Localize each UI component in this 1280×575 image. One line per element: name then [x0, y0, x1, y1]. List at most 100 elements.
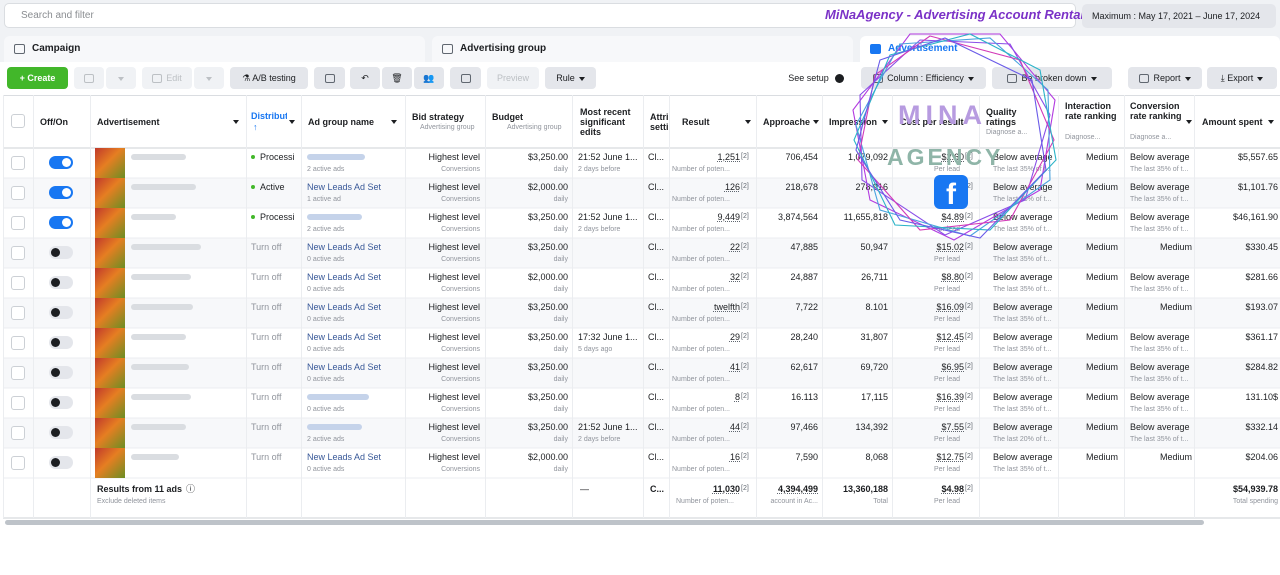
row-checkbox[interactable]	[11, 366, 25, 380]
header-distribution[interactable]: Distribution	[251, 111, 287, 121]
header-amount-spent[interactable]: Amount spent	[1202, 117, 1272, 127]
cost-per-result-value[interactable]: $16.09	[896, 302, 964, 313]
report-button[interactable]: Report	[1128, 67, 1202, 89]
row-checkbox[interactable]	[11, 246, 25, 260]
ad-name-redacted[interactable]	[131, 184, 196, 190]
cost-per-result-value[interactable]: $12.45	[896, 332, 964, 343]
delivery-toggle[interactable]	[49, 456, 73, 469]
ad-thumbnail[interactable]	[95, 268, 125, 298]
preview-button[interactable]: Preview	[487, 67, 539, 89]
ad-group-link[interactable]: New Leads Ad Set	[307, 362, 402, 373]
tab-campaign[interactable]: Campaign	[4, 36, 425, 62]
ad-thumbnail[interactable]	[95, 208, 125, 238]
row-checkbox[interactable]	[11, 426, 25, 440]
ad-group-name-redacted[interactable]	[307, 394, 369, 400]
result-value[interactable]: 8	[672, 392, 740, 403]
result-value[interactable]: 41	[672, 362, 740, 373]
edit-dropdown-button[interactable]	[194, 67, 224, 89]
ad-name-redacted[interactable]	[131, 394, 191, 400]
header-result[interactable]: Result	[682, 117, 742, 127]
ab-testing-button[interactable]: ⚗ A/B testing	[230, 67, 308, 89]
ad-name-redacted[interactable]	[131, 364, 189, 370]
ad-group-link[interactable]: New Leads Ad Set	[307, 452, 402, 463]
ad-group-link[interactable]: New Leads Ad Set	[307, 182, 402, 193]
ad-group-link[interactable]: New Leads Ad Set	[307, 302, 402, 313]
ad-name-redacted[interactable]	[131, 454, 179, 460]
cost-per-result-value[interactable]: $7.55	[896, 422, 964, 433]
ad-group-name-redacted[interactable]	[307, 214, 362, 220]
ad-name-redacted[interactable]	[131, 154, 186, 160]
header-quality-ratings[interactable]: Quality ratings	[986, 107, 1046, 127]
cost-per-result-value[interactable]: $12.75	[896, 452, 964, 463]
ad-thumbnail[interactable]	[95, 418, 125, 448]
ad-group-link[interactable]: New Leads Ad Set	[307, 332, 402, 343]
ad-thumbnail[interactable]	[95, 448, 125, 478]
tab-advertising-group[interactable]: Advertising group	[432, 36, 853, 62]
cost-per-result-value[interactable]: $15.02	[896, 242, 964, 253]
ad-thumbnail[interactable]	[95, 328, 125, 358]
tab-advertisement[interactable]: Advertisement	[860, 36, 1280, 62]
date-range-picker[interactable]: Maximum : May 17, 2021 – June 17, 2024	[1082, 4, 1276, 28]
delivery-toggle[interactable]	[49, 216, 73, 229]
ad-group-name-redacted[interactable]	[307, 154, 365, 160]
clipboard-button[interactable]	[314, 67, 345, 89]
header-advertisement[interactable]: Advertisement	[97, 117, 237, 127]
delete-button[interactable]: 🗑	[382, 67, 412, 89]
comment-button[interactable]	[450, 67, 481, 89]
row-checkbox[interactable]	[11, 456, 25, 470]
ad-name-redacted[interactable]	[131, 274, 191, 280]
ad-thumbnail[interactable]	[95, 388, 125, 418]
duplicate-button[interactable]	[74, 67, 104, 89]
header-interaction-ranking[interactable]: Interaction rate ranking	[1065, 101, 1120, 121]
select-all-checkbox[interactable]	[11, 114, 25, 128]
header-conversion-ranking[interactable]: Conversion rate ranking	[1130, 101, 1188, 121]
header-attribution[interactable]: Attribution settings	[650, 112, 668, 134]
result-value[interactable]: 29	[672, 332, 740, 343]
ad-thumbnail[interactable]	[95, 148, 125, 178]
ad-group-link[interactable]: New Leads Ad Set	[307, 272, 402, 283]
ad-group-name-redacted[interactable]	[307, 424, 362, 430]
row-checkbox[interactable]	[11, 276, 25, 290]
row-checkbox[interactable]	[11, 186, 25, 200]
ad-name-redacted[interactable]	[131, 304, 193, 310]
column-button[interactable]: Column : Efficiency	[861, 67, 986, 89]
ad-name-redacted[interactable]	[131, 214, 176, 220]
result-value[interactable]: 32	[672, 272, 740, 283]
result-value[interactable]: 9,449	[672, 212, 740, 223]
delivery-toggle[interactable]	[49, 366, 73, 379]
header-ad-group-name[interactable]: Ad group name	[308, 117, 398, 127]
ad-name-redacted[interactable]	[131, 424, 186, 430]
delivery-toggle[interactable]	[49, 336, 73, 349]
result-value[interactable]: 44	[672, 422, 740, 433]
result-value[interactable]: 1,251	[672, 152, 740, 163]
export-button[interactable]: ⤓ Export	[1207, 67, 1277, 89]
header-budget[interactable]: Budget	[492, 112, 562, 122]
horizontal-scrollbar[interactable]	[5, 520, 1204, 525]
result-value[interactable]: 126	[672, 182, 740, 193]
duplicate-dropdown-button[interactable]	[106, 67, 136, 89]
row-checkbox[interactable]	[11, 156, 25, 170]
breakdown-button[interactable]: Be broken down	[992, 67, 1112, 89]
header-bid-strategy[interactable]: Bid strategy	[412, 112, 482, 122]
result-value[interactable]: 16	[672, 452, 740, 463]
cost-per-result-value[interactable]: $4.89	[896, 212, 964, 223]
ad-thumbnail[interactable]	[95, 178, 125, 208]
header-impression[interactable]: Impression	[829, 117, 884, 127]
cost-per-result-value[interactable]: $16.39	[896, 392, 964, 403]
cost-per-result-value[interactable]: $6.95	[896, 362, 964, 373]
create-button[interactable]: + Create	[7, 67, 68, 89]
ad-name-redacted[interactable]	[131, 334, 186, 340]
undo-button[interactable]: ↶	[350, 67, 380, 89]
rule-button[interactable]: Rule	[545, 67, 596, 89]
delivery-toggle[interactable]	[49, 426, 73, 439]
header-approach[interactable]: Approache	[763, 117, 813, 127]
edit-button[interactable]: Edit	[142, 67, 192, 89]
row-checkbox[interactable]	[11, 396, 25, 410]
audience-button[interactable]: 👥	[414, 67, 444, 89]
delivery-toggle[interactable]	[49, 306, 73, 319]
row-checkbox[interactable]	[11, 336, 25, 350]
ad-thumbnail[interactable]	[95, 238, 125, 268]
header-most-recent-edits[interactable]: Most recent significant edits	[580, 107, 640, 137]
ad-thumbnail[interactable]	[95, 358, 125, 388]
see-setup-toggle[interactable]: See setup	[782, 67, 850, 89]
